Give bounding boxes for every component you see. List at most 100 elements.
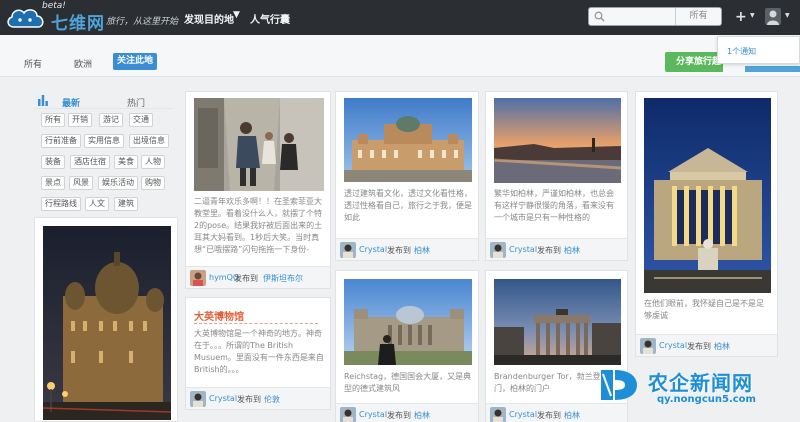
- post-verb: 发布到: [387, 246, 411, 255]
- post-author[interactable]: Crystal: [509, 245, 537, 254]
- post-card-museum[interactable]: 大英博物馆 大英博物馆是一个神奇的地方。神奇在于。。。所谓的The Britis…: [185, 297, 331, 410]
- post-verb: 发布到: [237, 395, 261, 404]
- search-input[interactable]: [607, 9, 677, 24]
- post-card-palace[interactable]: 透过建筑看文化，透过文化看性格，透过性格看自己，旅行之于我，便是如此 Cryst…: [335, 91, 479, 261]
- post-verb: 发布到: [537, 246, 561, 255]
- post-card-reichstag[interactable]: Reichstag，德国国会大厦，又是典型的德式建筑风 Crystal 发布到 …: [335, 270, 479, 422]
- tag-item[interactable]: 酒店住宿: [70, 155, 110, 169]
- chevron-down-icon[interactable]: ▼: [785, 12, 790, 19]
- post-verb: 发布到: [387, 411, 411, 420]
- post-description: Reichstag，德国国会大厦，又是典型的德式建筑风: [344, 372, 472, 393]
- tag-item[interactable]: 建筑: [114, 197, 138, 211]
- search-scope-select[interactable]: 所有: [675, 8, 721, 25]
- brandenburg-gate-photo[interactable]: [494, 279, 621, 365]
- user-avatar-icon[interactable]: [765, 8, 781, 25]
- filter-all[interactable]: 所有: [24, 57, 42, 70]
- post-footer: hymQQ 发布到 伊斯坦布尔: [186, 266, 330, 288]
- chevron-down-icon[interactable]: ▼: [233, 10, 240, 20]
- post-footer: Crystal 发布到 柏林: [336, 403, 478, 422]
- post-card-hotel[interactable]: 二逼青年欢乐多啊！！在圣索菲亚大教堂里。看着没什么人，就摆了个特2的pose。结…: [185, 91, 331, 289]
- top-navbar: beta! 七维网 旅行，从这里开始 发现目的地 ▼ 人气行囊 所有 + ▼ ▼: [0, 0, 800, 35]
- notification-link[interactable]: 1个通知: [727, 46, 756, 57]
- nav-discover-destinations[interactable]: 发现目的地: [184, 11, 234, 26]
- post-description: 大英博物馆是一个神奇的地方。神奇在于。。。所谓的The British Musu…: [194, 329, 324, 374]
- post-description: 繁华如柏林，严谨如柏林，也总会有这样宁静很慢的角落，看来没有一个城市是只有一种性…: [494, 189, 614, 222]
- concert-hall-photo[interactable]: [644, 98, 771, 293]
- tag-item[interactable]: 装备: [41, 155, 65, 169]
- notification-dropdown: 1个通知: [717, 36, 800, 64]
- tag-item[interactable]: 人物: [141, 155, 165, 169]
- post-author[interactable]: Crystal: [359, 245, 387, 254]
- share-button-accent: [745, 66, 800, 72]
- post-place[interactable]: 柏林: [564, 410, 580, 421]
- post-card-river[interactable]: 繁华如柏林，严谨如柏林，也总会有这样宁静很慢的角落，看来没有一个城市是只有一种性…: [485, 91, 628, 261]
- post-place[interactable]: 柏林: [414, 245, 430, 256]
- post-description: 二逼青年欢乐多啊！！在圣索菲亚大教堂里。看着没什么人，就摆了个特2的pose。结…: [194, 197, 323, 258]
- user-avatar[interactable]: [190, 391, 206, 407]
- bar-chart-icon: [38, 95, 48, 106]
- tag-item[interactable]: 人文: [85, 197, 109, 211]
- post-author[interactable]: Crystal: [509, 410, 537, 419]
- tag-item[interactable]: 出境信息: [129, 134, 169, 148]
- tag-item[interactable]: 交通: [129, 113, 153, 127]
- post-place[interactable]: 柏林: [714, 341, 730, 352]
- tag-item[interactable]: 娱乐活动: [98, 176, 138, 190]
- post-footer: Crystal 发布到 伦敦: [186, 387, 330, 409]
- user-avatar[interactable]: [640, 338, 656, 354]
- post-title[interactable]: 大英博物馆: [194, 308, 244, 323]
- watermark-name: 农企新闻网: [648, 371, 753, 395]
- tag-item[interactable]: 游记: [99, 113, 123, 127]
- reichstag-photo[interactable]: [344, 279, 472, 365]
- search-icon: [594, 11, 605, 22]
- site-name[interactable]: 七维网: [51, 9, 105, 34]
- site-slogan: 旅行，从这里开始: [106, 17, 179, 27]
- palace-photo[interactable]: [344, 98, 472, 182]
- follow-place-button[interactable]: 关注此地: [113, 53, 157, 70]
- user-avatar[interactable]: [340, 407, 356, 422]
- river-sunset-photo[interactable]: [494, 98, 621, 183]
- tag-item[interactable]: 所有: [41, 113, 65, 127]
- tag-item[interactable]: 购物: [141, 176, 165, 190]
- post-verb: 发布到: [234, 274, 258, 283]
- tag-item[interactable]: 行程路线: [41, 197, 81, 211]
- post-author[interactable]: Crystal: [359, 410, 387, 419]
- filter-europe[interactable]: 欧洲: [74, 57, 92, 70]
- post-place[interactable]: 柏林: [414, 410, 430, 421]
- nongqi-logo-icon: [601, 370, 637, 400]
- post-verb: 发布到: [687, 342, 711, 351]
- tag-item[interactable]: 实用信息: [84, 134, 124, 148]
- tag-item[interactable]: 风景: [69, 176, 93, 190]
- plus-icon[interactable]: +: [735, 9, 747, 25]
- berlin-cathedral-photo[interactable]: [43, 226, 171, 420]
- tags-panel: 最新 热门 所有 开销 游记 交通 行前准备 实用信息 出境信息 装备 酒店住宿…: [35, 87, 173, 218]
- post-place[interactable]: 伊斯坦布尔: [263, 273, 303, 284]
- post-description: 在他们眼前，我怀疑自己是不是足够虔诚: [644, 299, 764, 320]
- post-place[interactable]: 柏林: [564, 245, 580, 256]
- post-author[interactable]: Crystal: [659, 341, 687, 350]
- cathedral-photo-card[interactable]: [34, 217, 178, 422]
- watermark-url: qy.nongcun5.com: [657, 394, 756, 405]
- hallway-photo[interactable]: [194, 98, 324, 191]
- nav-popular-bags[interactable]: 人气行囊: [250, 11, 290, 26]
- chevron-down-icon[interactable]: ▼: [750, 12, 755, 19]
- user-avatar[interactable]: [340, 242, 356, 258]
- tag-item[interactable]: 开销: [68, 113, 92, 127]
- post-place[interactable]: 伦敦: [264, 394, 280, 405]
- post-description: 透过建筑看文化，透过文化看性格，透过性格看自己，旅行之于我，便是如此: [344, 189, 472, 222]
- title-divider: [194, 323, 318, 324]
- user-avatar[interactable]: [490, 242, 506, 258]
- tab-divider: [35, 108, 173, 109]
- post-footer: Crystal 发布到 柏林: [636, 334, 777, 356]
- share-story-button[interactable]: 分享旅行趣事: [665, 52, 723, 72]
- post-verb: 发布到: [537, 411, 561, 420]
- post-author[interactable]: Crystal: [209, 394, 237, 403]
- tag-item[interactable]: 景点: [41, 176, 65, 190]
- filter-bar: 所有 欧洲 关注此地 分享旅行趣事: [0, 35, 800, 77]
- user-avatar[interactable]: [490, 407, 506, 422]
- tag-item[interactable]: 行前准备: [41, 134, 81, 148]
- post-card-concert[interactable]: 在他们眼前，我怀疑自己是不是足够虔诚 Crystal 发布到 柏林: [635, 91, 778, 357]
- user-avatar[interactable]: [190, 270, 206, 286]
- post-footer: Crystal 发布到 柏林: [336, 238, 478, 260]
- post-footer: Crystal 发布到 柏林: [486, 238, 627, 260]
- tag-item[interactable]: 美食: [114, 155, 138, 169]
